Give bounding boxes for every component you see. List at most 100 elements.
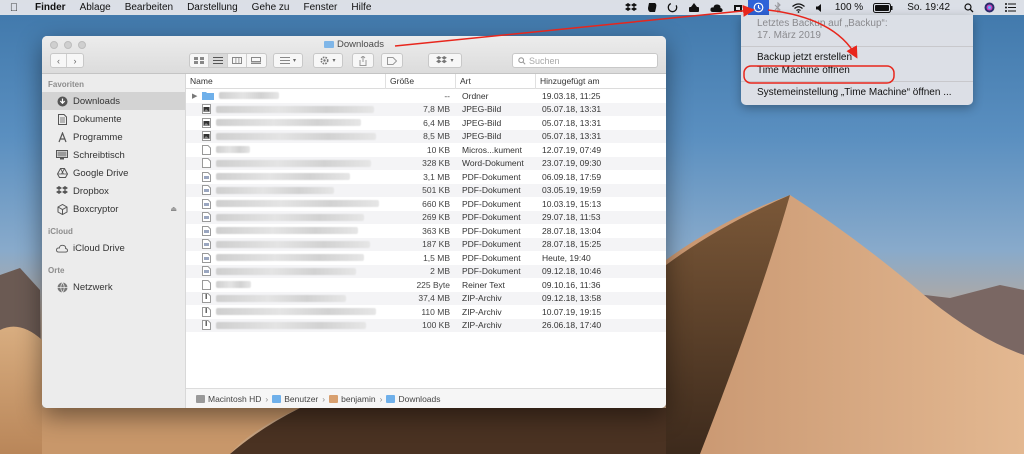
menu-fenster[interactable]: Fenster <box>296 2 344 13</box>
table-row[interactable]: 10 KB Micros...kument 12.07.19, 07:49 <box>186 143 666 157</box>
file-size-cell: 7,8 MB <box>423 104 450 115</box>
path-item-macintosh-hd[interactable]: Macintosh HD <box>196 394 261 404</box>
sidebar-item-applications[interactable]: Programme <box>42 128 185 146</box>
bluetooth-status-icon[interactable] <box>769 0 787 15</box>
redacted-file-name <box>219 92 279 100</box>
table-row[interactable]: 269 KB PDF-Dokument 29.07.18, 11:53 <box>186 210 666 224</box>
share-button[interactable] <box>352 53 374 68</box>
file-kind-cell: PDF-Dokument <box>462 198 521 209</box>
sync-status-icon[interactable] <box>662 0 683 15</box>
dropbox-status-icon[interactable] <box>620 0 642 15</box>
gallery-view-icon <box>251 57 262 64</box>
sidebar-item-network[interactable]: Netzwerk <box>42 278 185 296</box>
table-row[interactable]: 1,5 MB PDF-Dokument Heute, 19:40 <box>186 251 666 265</box>
sidebar-item-label: Schreibtisch <box>73 149 125 161</box>
forward-button[interactable]: › <box>67 54 83 67</box>
disclosure-triangle-icon[interactable]: ▶ <box>192 92 202 100</box>
icon-view-button[interactable] <box>190 54 209 67</box>
menu-item-backup-now[interactable]: Backup jetzt erstellen <box>741 51 973 64</box>
file-list: Name Größe Art Hinzugefügt am ▶ -- Ordner 1… <box>186 73 666 388</box>
table-row[interactable]: 363 KB PDF-Dokument 28.07.18, 13:04 <box>186 224 666 238</box>
menu-gehe-zu[interactable]: Gehe zu <box>245 2 297 13</box>
table-row[interactable]: 501 KB PDF-Dokument 03.05.19, 19:59 <box>186 183 666 197</box>
table-row[interactable]: 8,5 MB JPEG-Bild 05.07.18, 13:31 <box>186 129 666 143</box>
boxcryptor-icon <box>56 203 68 215</box>
menu-ablage[interactable]: Ablage <box>73 2 118 13</box>
share-icon <box>359 55 367 66</box>
table-row[interactable]: ▶ -- Ordner 19.03.18, 11:25 <box>186 89 666 103</box>
spotlight-icon[interactable] <box>959 0 979 15</box>
redacted-file-name <box>216 105 374 113</box>
desktop-icon <box>56 149 68 161</box>
search-input[interactable] <box>529 55 649 66</box>
table-row[interactable]: 6,4 MB JPEG-Bild 05.07.18, 13:31 <box>186 116 666 130</box>
file-size-cell: -- <box>444 90 450 101</box>
sidebar-item-google-drive[interactable]: Google Drive <box>42 164 185 182</box>
sidebar-item-documents[interactable]: Dokumente <box>42 110 185 128</box>
file-kind-cell: JPEG-Bild <box>462 104 502 115</box>
table-row[interactable]: 3,1 MB PDF-Dokument 06.09.18, 17:59 <box>186 170 666 184</box>
notification-center-icon[interactable] <box>1000 0 1024 15</box>
menu-hilfe[interactable]: Hilfe <box>344 2 378 13</box>
column-header-date[interactable]: Hinzugefügt am <box>536 74 666 89</box>
last-backup-label: Letztes Backup auf „Backup“: <box>757 18 888 29</box>
column-header-size[interactable]: Größe <box>386 73 456 89</box>
list-view-button[interactable] <box>208 54 229 67</box>
back-button[interactable]: ‹ <box>51 54 68 67</box>
file-size-cell: 1,5 MB <box>423 252 450 263</box>
boxcryptor-status-icon[interactable] <box>728 0 748 15</box>
column-header-name[interactable]: Name <box>186 73 386 89</box>
table-row[interactable]: 2 MB PDF-Dokument 09.12.18, 10:46 <box>186 264 666 278</box>
menu-bearbeiten[interactable]: Bearbeiten <box>118 2 180 13</box>
time-machine-status-icon[interactable] <box>747 0 769 15</box>
file-name-cell <box>186 170 386 184</box>
action-button[interactable]: ▾ <box>313 53 343 68</box>
pdf-icon <box>202 185 211 196</box>
sidebar-item-dropbox[interactable]: Dropbox <box>42 182 185 200</box>
menu-item-open-time-machine[interactable]: Time Machine öffnen <box>741 64 973 77</box>
battery-icon[interactable] <box>868 0 898 15</box>
table-row[interactable]: 110 MB ZIP-Archiv 10.07.19, 19:15 <box>186 305 666 319</box>
volume-status-icon[interactable] <box>810 0 830 15</box>
apple-menu-icon[interactable]:  <box>0 2 28 14</box>
table-row[interactable]: 187 KB PDF-Dokument 28.07.18, 15:25 <box>186 237 666 251</box>
table-row[interactable]: 328 KB Word-Dokument 23.07.19, 09:30 <box>186 156 666 170</box>
clock[interactable]: So. 19:42 <box>898 0 959 15</box>
menu-darstellung[interactable]: Darstellung <box>180 2 245 13</box>
tags-button[interactable] <box>381 53 403 68</box>
backup-drive-status-icon[interactable] <box>683 0 705 15</box>
file-date-cell: 03.05.19, 19:59 <box>542 185 602 196</box>
file-date-cell: 12.07.19, 07:49 <box>542 144 602 155</box>
table-row[interactable]: 7,8 MB JPEG-Bild 05.07.18, 13:31 <box>186 102 666 116</box>
sidebar-item-downloads[interactable]: Downloads <box>42 92 185 110</box>
sidebar-item-desktop[interactable]: Schreibtisch <box>42 146 185 164</box>
wifi-status-icon[interactable] <box>787 0 810 15</box>
group-button[interactable]: ▾ <box>273 53 303 68</box>
table-row[interactable]: 100 KB ZIP-Archiv 26.06.18, 17:40 <box>186 318 666 332</box>
evernote-status-icon[interactable] <box>642 0 662 15</box>
search-field[interactable] <box>512 53 658 68</box>
menu-finder[interactable]: Finder <box>28 2 73 13</box>
battery-percentage[interactable]: 100 % <box>830 0 868 15</box>
path-item-downloads[interactable]: Downloads <box>386 394 441 404</box>
path-item-benjamin[interactable]: benjamin <box>329 394 376 404</box>
table-row[interactable]: 660 KB PDF-Dokument 10.03.19, 15:13 <box>186 197 666 211</box>
menu-item-time-machine-preferences[interactable]: Systemeinstellung „Time Machine“ öffnen … <box>741 86 973 99</box>
path-item-benutzer[interactable]: Benutzer <box>272 394 318 404</box>
cloud-status-icon[interactable] <box>705 0 728 15</box>
column-header-kind[interactable]: Art <box>456 73 536 89</box>
table-row[interactable]: 225 Byte Reiner Text 09.10.16, 11:36 <box>186 278 666 292</box>
file-kind-cell: ZIP-Archiv <box>462 293 502 304</box>
eject-icon[interactable]: ⏏ <box>170 205 177 213</box>
file-date-cell: 10.07.19, 19:15 <box>542 306 602 317</box>
sidebar-item-boxcryptor[interactable]: Boxcryptor ⏏ <box>42 200 185 218</box>
file-date-cell: 09.12.18, 10:46 <box>542 266 602 277</box>
file-date-cell: 06.09.18, 17:59 <box>542 171 602 182</box>
gallery-view-button[interactable] <box>247 54 266 67</box>
table-row[interactable]: 37,4 MB ZIP-Archiv 09.12.18, 13:58 <box>186 291 666 305</box>
siri-icon[interactable] <box>979 0 1000 15</box>
sidebar-item-icloud-drive[interactable]: iCloud Drive <box>42 239 185 257</box>
file-kind-cell: PDF-Dokument <box>462 266 521 277</box>
column-view-button[interactable] <box>228 54 247 67</box>
dropbox-toolbar-button[interactable]: ▾ <box>428 53 462 68</box>
